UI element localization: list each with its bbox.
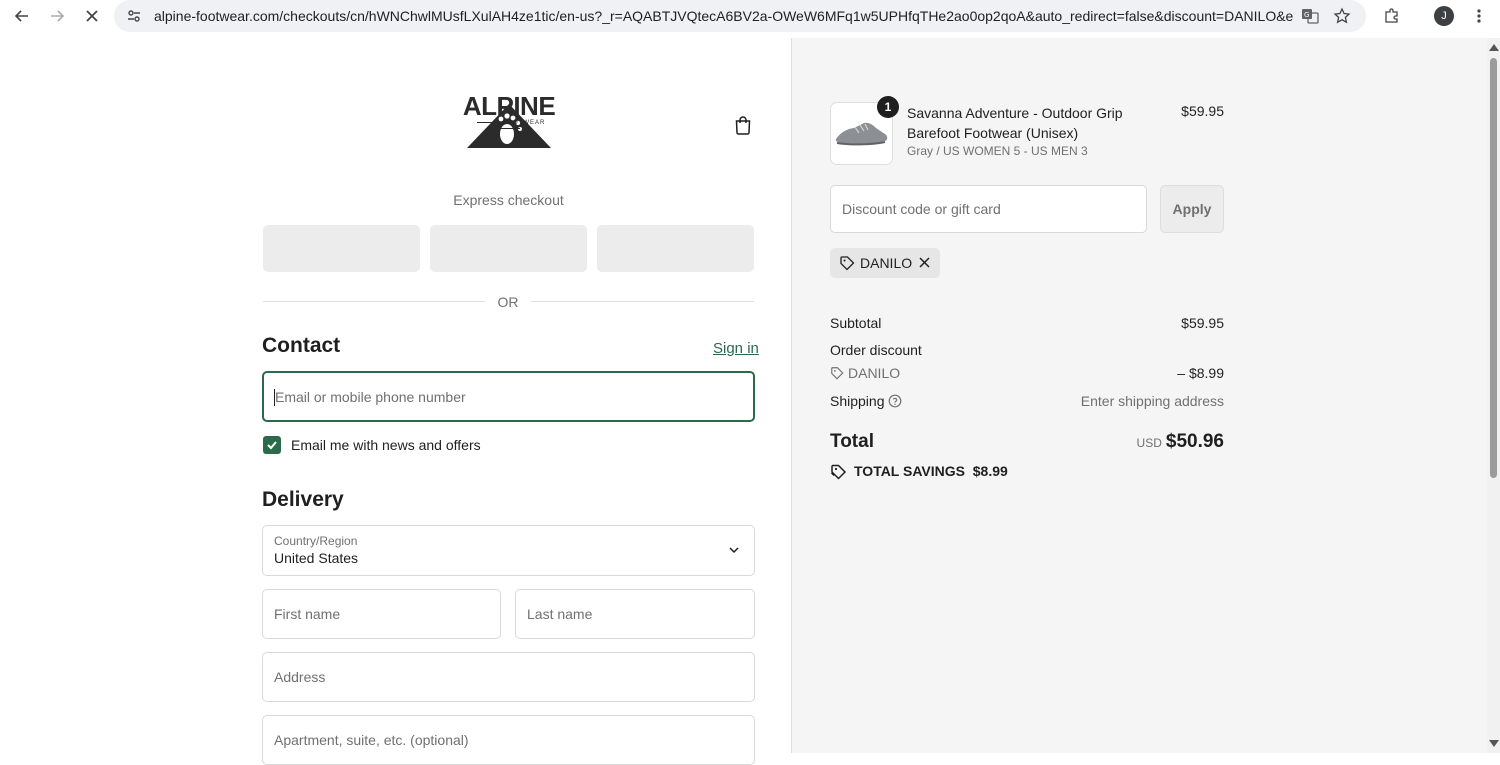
subtotal-label: Subtotal (830, 315, 882, 331)
news-offers-label[interactable]: Email me with news and offers (291, 437, 481, 453)
shopping-bag-icon[interactable] (733, 115, 753, 135)
help-circle-icon[interactable] (888, 394, 902, 408)
sign-in-link[interactable]: Sign in (713, 340, 759, 357)
discount-code-placeholder: Discount code or gift card (842, 201, 1001, 217)
site-settings-icon[interactable] (122, 4, 146, 28)
shipping-value: Enter shipping address (1080, 393, 1224, 409)
scroll-up-arrow-icon[interactable] (1489, 44, 1499, 51)
discount-tag-icon (831, 367, 844, 380)
chevron-down-icon (729, 547, 739, 554)
quantity-badge: 1 (877, 96, 899, 118)
total-currency: USD (1136, 436, 1162, 450)
first-name-placeholder: First name (274, 606, 341, 622)
express-checkout-button-1[interactable] (263, 225, 420, 272)
apartment-placeholder: Apartment, suite, etc. (optional) (274, 732, 469, 748)
total-label: Total (830, 431, 874, 452)
address-placeholder: Address (274, 669, 326, 685)
contact-heading: Contact (262, 334, 341, 357)
express-checkout-button-2[interactable] (430, 225, 587, 272)
menu-dots-icon[interactable] (1467, 4, 1491, 28)
last-name-field[interactable]: Last name (515, 589, 755, 639)
remove-discount-icon[interactable] (918, 256, 931, 269)
address-bar[interactable]: alpine-footwear.com/checkouts/cn/hWNChwl… (114, 0, 1366, 32)
browser-toolbar: alpine-footwear.com/checkouts/cn/hWNChwl… (0, 0, 1500, 32)
or-divider-text: OR (497, 294, 519, 310)
product-name: Savanna Adventure - Outdoor Grip Barefoo… (907, 105, 1123, 141)
apartment-field[interactable]: Apartment, suite, etc. (optional) (262, 715, 755, 765)
apply-discount-button[interactable]: Apply (1160, 185, 1224, 233)
express-checkout-button-3[interactable] (597, 225, 754, 272)
svg-text:G: G (1304, 11, 1309, 19)
news-offers-checkbox[interactable] (263, 436, 281, 454)
translate-icon[interactable]: G (1298, 4, 1322, 28)
savings-tag-icon (831, 464, 847, 480)
scroll-thumb[interactable] (1490, 58, 1497, 478)
express-checkout-label: Express checkout (453, 192, 564, 208)
total-savings: TOTAL SAVINGS $8.99 (854, 463, 1008, 479)
page-scrollbar[interactable] (1487, 38, 1500, 753)
or-divider-left (263, 301, 485, 302)
forward-icon[interactable] (45, 4, 69, 28)
discount-code-line: DANILO (848, 365, 901, 381)
total-value: $50.96 (1165, 431, 1224, 452)
product-price: $59.95 (1181, 103, 1224, 119)
brand-wordmark: ALPINE (462, 91, 556, 121)
scroll-down-arrow-icon[interactable] (1489, 740, 1499, 747)
tag-icon (840, 256, 855, 271)
total-savings-value: $8.99 (972, 463, 1008, 479)
discount-code-field[interactable]: Discount code or gift card (830, 185, 1147, 233)
url-text[interactable]: alpine-footwear.com/checkouts/cn/hWNChwl… (154, 8, 1294, 24)
email-placeholder: Email or mobile phone number (275, 389, 466, 405)
country-select[interactable]: Country/Region United States (262, 525, 755, 576)
first-name-field[interactable]: First name (262, 589, 501, 639)
discount-amount: – $8.99 (1177, 365, 1224, 381)
checkout-form-pane: ALPINE FOOTWEAR Express checkout OR Cont… (0, 38, 791, 765)
total-amount-group: USD $50.96 (1000, 431, 1224, 453)
country-value: United States (274, 550, 359, 566)
applied-discount-code: DANILO (860, 255, 913, 271)
checkmark-icon (267, 441, 277, 450)
total-savings-label: TOTAL SAVINGS (854, 463, 965, 479)
stop-loading-icon[interactable] (80, 4, 104, 28)
email-field[interactable]: Email or mobile phone number (262, 371, 755, 422)
or-divider-right (531, 301, 754, 302)
product-variant: Gray / US WOMEN 5 - US MEN 3 (907, 144, 1088, 158)
applied-discount-chip: DANILO (830, 248, 940, 278)
last-name-placeholder: Last name (527, 606, 593, 622)
bookmark-star-icon[interactable] (1330, 4, 1354, 28)
country-label: Country/Region (274, 534, 358, 548)
delivery-heading: Delivery (262, 488, 344, 511)
profile-avatar[interactable]: J (1434, 6, 1454, 26)
back-icon[interactable] (10, 4, 34, 28)
address-field[interactable]: Address (262, 652, 755, 702)
subtotal-value: $59.95 (1181, 315, 1224, 331)
order-discount-label: Order discount (830, 342, 922, 358)
brand-subtitle: FOOTWEAR (462, 120, 556, 132)
extensions-icon[interactable] (1380, 4, 1404, 28)
shipping-label: Shipping (830, 393, 885, 409)
